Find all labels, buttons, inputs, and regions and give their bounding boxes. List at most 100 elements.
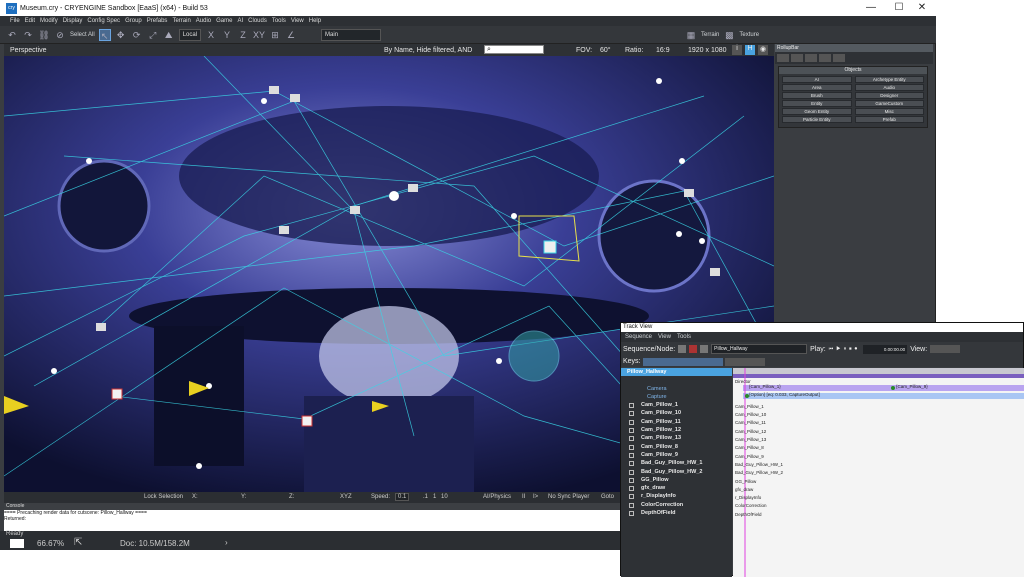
- delete-sequence-icon[interactable]: [689, 345, 698, 353]
- key-tools-icon[interactable]: [642, 357, 723, 366]
- particle-entity-button[interactable]: Particle Entity: [782, 116, 852, 123]
- viewport-search-input[interactable]: ⌕: [484, 45, 544, 54]
- time-field[interactable]: 0.00:00.00: [863, 344, 908, 354]
- menu-tools[interactable]: Tools: [677, 332, 691, 342]
- pause-button[interactable]: II: [522, 494, 525, 500]
- menu-prefabs[interactable]: Prefabs: [147, 18, 168, 24]
- link-icon[interactable]: ⛓: [38, 29, 50, 41]
- expand-icon[interactable]: [629, 444, 634, 450]
- menu-game[interactable]: Game: [216, 18, 232, 24]
- menu-ai[interactable]: AI: [237, 18, 243, 24]
- move-tool-icon[interactable]: ✥: [115, 29, 127, 41]
- menu-file[interactable]: File: [10, 18, 20, 24]
- track-node[interactable]: Camera: [621, 385, 732, 393]
- ratio-value[interactable]: 16:9: [656, 47, 670, 54]
- coord-system-select[interactable]: Local: [178, 28, 202, 41]
- playback-controls-icon[interactable]: ⏮▶⏸⏹⏺: [829, 346, 860, 352]
- expand-icon[interactable]: [629, 477, 634, 483]
- paint-tab-icon[interactable]: [805, 54, 817, 62]
- menu-view[interactable]: View: [291, 18, 304, 24]
- goto-button[interactable]: Goto: [601, 494, 614, 500]
- unlink-icon[interactable]: ⊘: [54, 29, 66, 41]
- close-button[interactable]: ✕: [908, 0, 936, 16]
- track-node[interactable]: Cam_Pillow_11: [621, 418, 732, 426]
- track-node[interactable]: r_DisplayInfo: [621, 492, 732, 500]
- track-node[interactable]: GG_Pillow: [621, 476, 732, 484]
- sequence-select[interactable]: Pillow_Hallway: [711, 344, 808, 354]
- speed-1-button[interactable]: 1: [433, 494, 436, 500]
- expand-icon[interactable]: [629, 436, 634, 442]
- axis-y-button[interactable]: Y: [221, 29, 233, 41]
- area-button[interactable]: Area: [782, 84, 852, 91]
- select-all-button[interactable]: Select All: [70, 32, 95, 38]
- menu-audio[interactable]: Audio: [196, 18, 211, 24]
- rotate-tool-icon[interactable]: ⟳: [131, 29, 143, 41]
- menu-config-spec[interactable]: Config Spec: [87, 18, 120, 24]
- track-node[interactable]: Cam_Pillow_1: [621, 401, 732, 409]
- lock-selection-button[interactable]: Lock Selection: [144, 494, 183, 500]
- expand-arrow-icon[interactable]: ›: [225, 538, 228, 547]
- menu-help[interactable]: Help: [309, 18, 321, 24]
- track-node[interactable]: Bad_Guy_Pillow_HW_2: [621, 468, 732, 476]
- menu-sequence[interactable]: Sequence: [625, 332, 652, 342]
- expand-icon[interactable]: [629, 502, 634, 508]
- expand-icon[interactable]: [629, 494, 634, 500]
- create-tab-icon[interactable]: [777, 54, 789, 62]
- designer-button[interactable]: Designer: [854, 92, 924, 99]
- menu-modify[interactable]: Modify: [40, 18, 58, 24]
- expand-icon[interactable]: [629, 469, 634, 475]
- speed-input[interactable]: 0.1: [395, 493, 410, 501]
- menu-tools[interactable]: Tools: [272, 18, 286, 24]
- export-icon[interactable]: ⇱: [74, 537, 82, 548]
- edit-sequence-icon[interactable]: [700, 345, 709, 353]
- track-node[interactable]: Cam_Pillow_13: [621, 434, 732, 442]
- axis-xy-button[interactable]: XY: [253, 29, 265, 41]
- track-node[interactable]: gfx_draw: [621, 484, 732, 492]
- archetype-entity-button[interactable]: Archetype Entity: [854, 76, 924, 83]
- menu-view[interactable]: View: [658, 332, 671, 342]
- expand-icon[interactable]: [629, 486, 634, 492]
- entity-button[interactable]: Entity: [782, 100, 852, 107]
- undo-icon[interactable]: ↶: [6, 29, 18, 41]
- add-sequence-icon[interactable]: [678, 345, 687, 353]
- track-node[interactable]: Cam_Pillow_12: [621, 426, 732, 434]
- brush-button[interactable]: Brush: [782, 92, 852, 99]
- scale-tool-icon[interactable]: ⤢: [147, 29, 159, 41]
- snap-grid-icon[interactable]: ⊞: [269, 29, 281, 41]
- menu-terrain[interactable]: Terrain: [172, 18, 190, 24]
- menu-clouds[interactable]: Clouds: [248, 18, 267, 24]
- expand-icon[interactable]: [629, 403, 634, 409]
- ai-object-button[interactable]: AI: [782, 76, 852, 83]
- redo-icon[interactable]: ↷: [22, 29, 34, 41]
- speed-01-button[interactable]: .1: [423, 494, 428, 500]
- camera-icon[interactable]: ◉: [758, 45, 768, 55]
- minimize-button[interactable]: —: [857, 0, 885, 16]
- misc-button[interactable]: Misc: [854, 108, 924, 115]
- key-snap-icon[interactable]: [724, 357, 765, 366]
- timeline-area[interactable]: {Cam_Pillow_1} {Cam_Pillow_9} {Option} […: [733, 368, 1024, 577]
- menu-group[interactable]: Group: [125, 18, 142, 24]
- expand-icon[interactable]: [629, 411, 634, 417]
- expand-icon[interactable]: [629, 461, 634, 467]
- expand-icon[interactable]: [629, 511, 634, 517]
- terrain-icon[interactable]: ▦: [685, 29, 697, 41]
- track-node[interactable]: Cam_Pillow_10: [621, 409, 732, 417]
- filter-label[interactable]: By Name, Hide filtered, AND: [384, 47, 472, 54]
- step-button[interactable]: I>: [533, 494, 538, 500]
- prefab-button[interactable]: Prefab: [854, 116, 924, 123]
- display-tab-icon[interactable]: [819, 54, 831, 62]
- texture-icon[interactable]: ▩: [723, 29, 735, 41]
- track-node[interactable]: Bad_Guy_Pillow_HW_1: [621, 459, 732, 467]
- track-node[interactable]: Cam_Pillow_9: [621, 451, 732, 459]
- xyz-toggle[interactable]: XYZ: [340, 494, 352, 500]
- resolution-value[interactable]: 1920 x 1080: [688, 47, 727, 54]
- terrain-snap-icon[interactable]: ⛰: [163, 29, 175, 41]
- audio-button[interactable]: Audio: [854, 84, 924, 91]
- no-sync-player-button[interactable]: No Sync Player: [548, 494, 589, 500]
- track-node[interactable]: Capture: [621, 393, 732, 401]
- gamecustom-button[interactable]: GameCustom: [854, 100, 924, 107]
- expand-icon[interactable]: [629, 452, 634, 458]
- viewport-label[interactable]: Perspective: [10, 47, 47, 54]
- track-node[interactable]: Cam_Pillow_8: [621, 443, 732, 451]
- axis-x-button[interactable]: X: [205, 29, 217, 41]
